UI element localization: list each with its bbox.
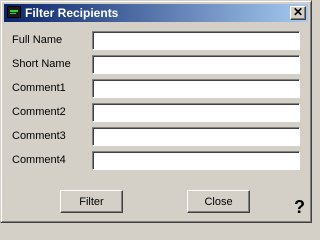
close-window-button[interactable]: ✕ xyxy=(290,6,306,20)
short-name-label: Short Name xyxy=(12,58,71,70)
terminal-icon xyxy=(7,6,21,18)
window-title: Filter Recipients xyxy=(25,6,119,20)
comment1-label: Comment1 xyxy=(12,82,66,94)
full-name-label: Full Name xyxy=(12,34,63,46)
help-icon[interactable]: ? xyxy=(294,197,305,217)
comment2-label: Comment2 xyxy=(12,106,66,118)
comment4-label: Comment4 xyxy=(12,154,66,166)
comment4-input[interactable] xyxy=(92,151,300,170)
filter-button[interactable]: Filter xyxy=(60,190,123,213)
comment3-label: Comment3 xyxy=(12,130,66,142)
filter-recipients-dialog: Filter Recipients ✕ Full Name Short Name… xyxy=(0,0,312,223)
close-icon: ✕ xyxy=(292,5,304,19)
comment1-input[interactable] xyxy=(92,79,300,98)
title-bar[interactable]: Filter Recipients ✕ xyxy=(4,4,308,22)
close-button[interactable]: Close xyxy=(187,190,250,213)
comment2-input[interactable] xyxy=(92,103,300,122)
short-name-input[interactable] xyxy=(92,55,300,74)
full-name-input[interactable] xyxy=(92,31,300,50)
comment3-input[interactable] xyxy=(92,127,300,146)
